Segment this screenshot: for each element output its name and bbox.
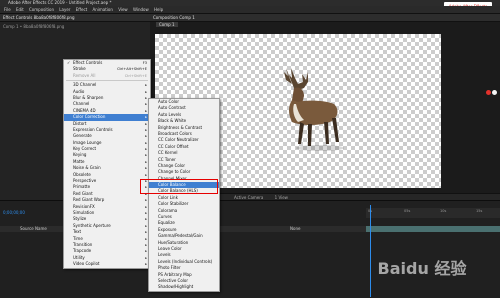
deer-image[interactable] [258,64,348,154]
watermark-logo: Baidu 经验 [360,252,485,282]
menu-separator [66,80,148,82]
effect-menu-label: Red Giant Warp [73,197,105,203]
sogou-icon[interactable] [486,90,491,95]
effect-menu-label: Effect Controls [73,60,103,65]
effect-menu-label: Distort [73,120,87,126]
menu-edit[interactable]: Edit [16,7,24,12]
playhead[interactable] [370,205,371,297]
effect-menu-label: Obsolete [73,171,91,177]
effect-menu-label: Channel [73,101,90,107]
menu-animation[interactable]: Animation [93,7,113,12]
effect-menu-label: Color Correction [73,114,106,120]
effect-menu-label: Synthetic Aperture [73,222,111,228]
effect-controls-tab[interactable]: Effect Controls 8ba8a0f8f806f8.png [0,14,150,22]
effect-menu-label: Trapcode [73,248,92,254]
menu-window[interactable]: Window [133,7,149,12]
effect-menu-label: Noise & Grain [73,165,101,171]
effect-menu-label: 3D Channel [73,82,97,88]
effect-menu-item[interactable]: Remove All Ctrl+Shift+E [64,73,150,79]
layer-duration-bar[interactable] [366,226,500,232]
effect-menu-item[interactable]: Video Copilot ▸ [64,261,150,267]
menu-shortcut: Ctrl+Shift+E [124,73,147,78]
effect-menu-label: Keying [73,152,87,158]
effect-menu-label: Video Copilot [73,261,100,267]
effect-menu-label: Generate [73,133,92,139]
ruler-tick: 10s [440,209,447,213]
effect-menu-label: Key Correct [73,146,97,152]
effect-menu-label: Audio [73,88,85,94]
color-correction-submenu: Auto Color Auto Contrast Auto Levels Black … [148,98,220,292]
ruler-tick: 15s [476,209,483,213]
effect-menu-label: Text [73,229,82,235]
ruler-tick: 05s [404,209,411,213]
effect-menu: ✓ Effect Controls F3 Stroke Ctrl+Alt+Shift+E… [63,59,151,269]
timecode[interactable]: 0;00;00;00 [3,210,25,215]
layer-mode[interactable]: None [290,226,300,232]
effect-menu-label: Stylize [73,216,87,222]
side-icons [486,90,500,104]
composition-tab[interactable]: Composition Comp 1 [150,14,500,22]
menu-bar: File Edit Composition Layer Effect Anima… [0,6,500,14]
menu-file[interactable]: File [4,7,11,12]
effect-menu-label: Blur & Sharpen [73,94,104,100]
effect-menu-label: CINEMA 4D [73,107,96,113]
comp-subtab[interactable]: Comp 1 [150,22,500,28]
effect-menu-label: Red Giant [73,190,93,196]
layer-breadcrumb: Comp 1 • 8ba8a0f8f806f8.png [3,24,65,29]
effect-menu-label: Image Lounge [73,139,102,145]
svg-text:Baidu 经验: Baidu 经验 [378,259,468,278]
effect-menu-label: RevisionFX [73,203,95,209]
tool-icon[interactable] [492,90,497,95]
effect-menu-label: Stroke [73,66,86,72]
menu-effect[interactable]: Effect [76,7,88,12]
effect-menu-label: Time [73,235,83,241]
menu-layer[interactable]: Layer [59,7,70,12]
effect-menu-label: Simulation [73,209,95,215]
layer-name: Source Name [20,226,47,231]
timeline-ruler[interactable]: 0s 05s 10s 15s [366,208,500,218]
comp-subtab-label: Comp 1 [156,22,178,27]
menu-view[interactable]: View [118,7,128,12]
menu-composition[interactable]: Composition [29,7,54,12]
effect-menu-label: Expression Controls [73,126,113,132]
color-correction-item[interactable]: Shadow/Highlight [149,284,219,290]
effect-menu-label: Matte [73,158,85,164]
highlight-annotation [140,179,218,194]
effect-menu-label: Utility [73,254,85,260]
effect-menu-label: Perspective [73,178,97,184]
effect-menu-label: Transition [73,241,93,247]
effect-menu-label: Remove All [73,72,96,78]
effect-menu-label: Primatte [73,184,91,190]
menu-help[interactable]: Help [154,7,163,12]
submenu-arrow-icon: ▸ [145,262,147,267]
